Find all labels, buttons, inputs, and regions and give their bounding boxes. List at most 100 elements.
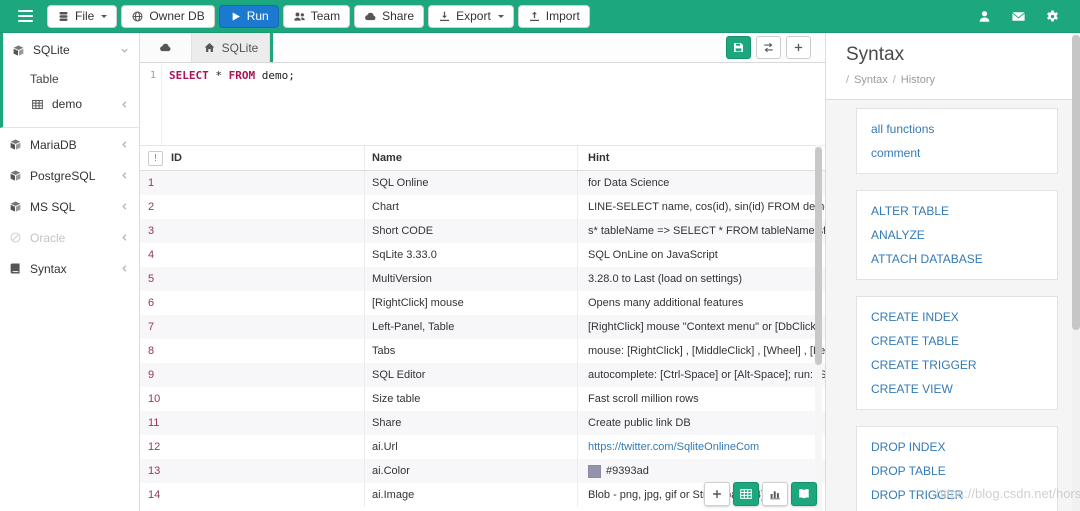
create-table-link[interactable]: CREATE TABLE [857, 329, 1057, 353]
create-view-link[interactable]: CREATE VIEW [857, 377, 1057, 401]
reload-button[interactable] [756, 36, 781, 59]
table-row[interactable]: 4 SqLite 3.33.0 SQL OnLine on JavaScript [140, 243, 825, 267]
table-row[interactable]: 2 Chart LINE-SELECT name, cos(id), sin(id)… [140, 195, 825, 219]
create-index-link[interactable]: CREATE INDEX [857, 305, 1057, 329]
sidebar-item-mariadb[interactable]: MariaDB [0, 129, 139, 160]
run-button[interactable]: Run [218, 4, 279, 28]
user-icon[interactable] [977, 9, 992, 24]
breadcrumb-syntax[interactable]: Syntax [854, 74, 888, 86]
results-scrollbar-thumb[interactable] [815, 147, 822, 365]
sidebar-item-oracle[interactable]: Oracle [0, 222, 139, 253]
tab-cloud[interactable] [140, 33, 192, 62]
sidebar-item-label: SQLite [33, 43, 70, 57]
results-header: ! ID Name Hint [140, 145, 825, 171]
globe-icon [131, 10, 144, 23]
toolbar-buttons: File Owner DB Run Team Share Export Import [47, 4, 590, 28]
chart-view-button[interactable] [762, 482, 788, 506]
table-row[interactable]: 10 Size table Fast scroll million rows [140, 387, 825, 411]
team-button-label: Team [310, 9, 341, 23]
column-header-hint[interactable]: Hint [578, 146, 825, 170]
sql-editor[interactable]: 1 SELECT * FROM demo; [140, 63, 825, 145]
mail-icon[interactable] [1011, 9, 1026, 24]
table-row[interactable]: 3 Short CODE s* tableName => SELECT * FROM… [140, 219, 825, 243]
play-icon [229, 10, 242, 23]
row-hint-cell: for Data Science [578, 171, 825, 195]
import-button[interactable]: Import [517, 4, 590, 28]
syntax-groups: all functions comment ALTER TABLE ANALYZE AT… [826, 100, 1080, 511]
sidebar-item-sqlite[interactable]: SQLite [3, 35, 139, 65]
table-row[interactable]: 5 MultiVersion 3.28.0 to Last (load on set… [140, 267, 825, 291]
all-functions-link[interactable]: all functions [857, 117, 1057, 141]
file-button[interactable]: File [47, 4, 118, 28]
alter-table-link[interactable]: ALTER TABLE [857, 199, 1057, 223]
column-header-id[interactable]: ! ID [140, 146, 365, 170]
share-button[interactable]: Share [354, 4, 425, 28]
row-id-cell: 3 [140, 219, 365, 243]
import-button-label: Import [545, 9, 580, 23]
row-hint-cell[interactable]: https://twitter.com/SqliteOnlineCom [578, 435, 825, 459]
table-row[interactable]: 7 Left-Panel, Table [RightClick] mouse "Co… [140, 315, 825, 339]
row-id-cell: 14 [140, 483, 365, 507]
menu-icon[interactable] [18, 10, 33, 22]
row-hint-text: https://twitter.com/SqliteOnlineCom [588, 441, 760, 453]
team-button[interactable]: Team [282, 4, 351, 28]
drop-index-link[interactable]: DROP INDEX [857, 435, 1057, 459]
tab-sqlite[interactable]: SQLite [192, 33, 270, 62]
sidebar-item-ms-sql[interactable]: MS SQL [0, 191, 139, 222]
row-hint-cell: Fast scroll million rows [578, 387, 825, 411]
table-row[interactable]: 6 [RightClick] mouse Opens many additional… [140, 291, 825, 315]
row-settings-icon[interactable]: ! [148, 150, 163, 166]
add-tab-button[interactable] [786, 36, 811, 59]
row-name-cell: MultiVersion [365, 267, 578, 291]
table-row[interactable]: 1 SQL Online for Data Science [140, 171, 825, 195]
active-tab-indicator [270, 33, 273, 62]
line-number: 1 [140, 63, 162, 145]
breadcrumb-history[interactable]: History [901, 74, 935, 86]
row-name-cell: SQL Online [365, 171, 578, 195]
table-row[interactable]: 8 Tabs mouse: [RightClick] , [MiddleClick]… [140, 339, 825, 363]
sidebar-item-label: PostgreSQL [30, 168, 96, 183]
panel-scrollbar-thumb[interactable] [1072, 35, 1080, 330]
row-name-cell: ai.Url [365, 435, 578, 459]
column-header-name[interactable]: Name [365, 146, 578, 170]
db-stack-icon [57, 10, 70, 23]
row-hint-cell: Create public link DB [578, 411, 825, 435]
sql-text: demo; [255, 69, 295, 82]
drop-trigger-link[interactable]: DROP TRIGGER [857, 483, 1057, 507]
owner-db-button[interactable]: Owner DB [121, 4, 215, 28]
chevron-down-icon [119, 45, 130, 56]
create-trigger-link[interactable]: CREATE TRIGGER [857, 353, 1057, 377]
table-row[interactable]: 9 SQL Editor autocomplete: [Ctrl-Space] or… [140, 363, 825, 387]
text-view-button[interactable] [791, 482, 817, 506]
add-button[interactable] [704, 482, 730, 506]
grid-view-button[interactable] [733, 482, 759, 506]
panel-scrollbar[interactable] [1072, 33, 1080, 511]
export-button[interactable]: Export [428, 4, 514, 28]
code-line: SELECT * FROM demo; [162, 63, 295, 145]
row-hint-text: Create public link DB [588, 417, 691, 429]
attach-database-link[interactable]: ATTACH DATABASE [857, 247, 1057, 271]
sql-keyword: FROM [228, 69, 256, 82]
row-id-cell: 2 [140, 195, 365, 219]
plus-icon [710, 487, 724, 501]
sidebar-item-postgresql[interactable]: PostgreSQL [0, 160, 139, 191]
row-hint-text: [RightClick] mouse "Context menu" or [Db… [588, 321, 819, 333]
syntax-panel: Syntax / Syntax / History all functions c… [825, 33, 1080, 511]
table-row[interactable]: 11 Share Create public link DB [140, 411, 825, 435]
analyze-link[interactable]: ANALYZE [857, 223, 1057, 247]
upload-icon [528, 10, 541, 23]
results-scrollbar[interactable] [815, 145, 822, 511]
table-row[interactable]: 13 ai.Color #9393ad [140, 459, 825, 483]
comment-link[interactable]: comment [857, 141, 1057, 165]
drop-view-link[interactable]: DROP VIEW [857, 507, 1057, 511]
row-hint-text: s* tableName => SELECT * FROM tableName … [588, 225, 825, 237]
gear-icon[interactable] [1045, 9, 1060, 24]
row-hint-text: LINE-SELECT name, cos(id), sin(id) FROM … [588, 201, 825, 213]
save-button[interactable] [726, 36, 751, 59]
row-hint-text: Opens many additional features [588, 297, 744, 309]
color-swatch [588, 464, 601, 478]
sidebar-item-syntax[interactable]: Syntax [0, 253, 139, 284]
drop-table-link[interactable]: DROP TABLE [857, 459, 1057, 483]
sidebar-item-demo-table[interactable]: demo [3, 89, 139, 119]
table-row[interactable]: 12 ai.Url https://twitter.com/SqliteOnline… [140, 435, 825, 459]
